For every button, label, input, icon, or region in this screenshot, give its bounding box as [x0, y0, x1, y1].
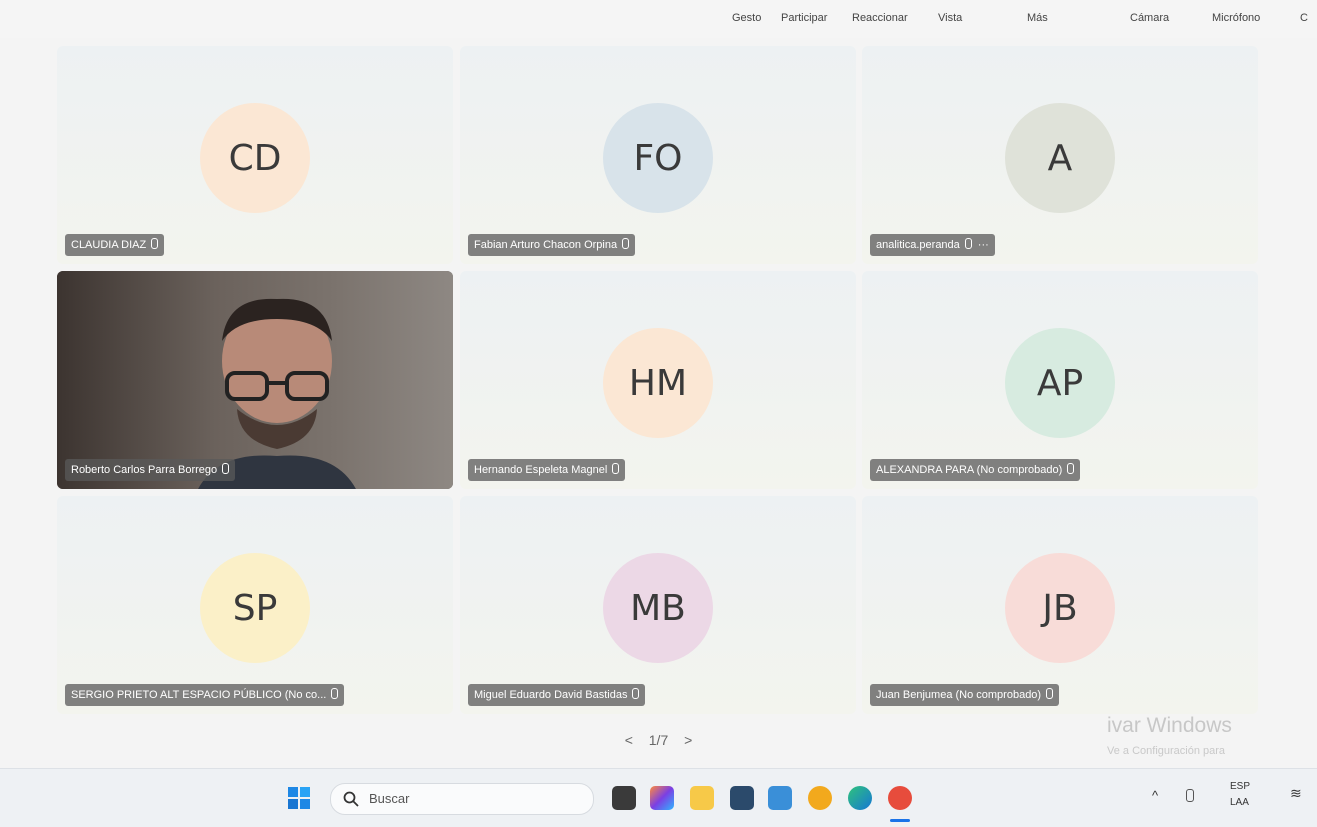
participant-name-tag: Miguel Eduardo David Bastidas	[468, 684, 646, 706]
avatar: JB	[1005, 553, 1115, 663]
toolbar-react-button[interactable]: Reaccionar	[852, 12, 908, 24]
participant-name: Juan Benjumea (No comprobado)	[876, 689, 1042, 701]
participant-tile[interactable]: CD CLAUDIA DIAZ	[57, 46, 453, 264]
previous-page-button[interactable]: <	[625, 732, 633, 748]
tray-overflow-chevron[interactable]: ^	[1152, 788, 1158, 803]
participant-tile[interactable]: AP ALEXANDRA PARA (No comprobado)	[862, 271, 1258, 489]
toolbar-microphone-button[interactable]: Micrófono	[1212, 12, 1260, 24]
participant-name-tag: ALEXANDRA PARA (No comprobado)	[870, 459, 1081, 481]
toolbar-gesture-button[interactable]: Gesto	[732, 12, 761, 24]
mic-icon	[1046, 688, 1054, 699]
task-view-icon[interactable]	[612, 786, 636, 810]
toolbar-view-button[interactable]: Vista	[938, 12, 962, 24]
participant-name: SERGIO PRIETO ALT ESPACIO PÚBLICO (No co…	[71, 689, 327, 701]
toolbar-camera-button[interactable]: Cámara	[1130, 12, 1169, 24]
page-navigator: < 1/7 >	[0, 732, 1317, 748]
windows-taskbar: Buscar ^ ESP LAA ≋	[0, 768, 1317, 827]
participant-name: Roberto Carlos Parra Borrego	[71, 464, 218, 476]
participant-name: Fabian Arturo Chacon Orpina	[474, 239, 618, 251]
next-page-button[interactable]: >	[684, 732, 692, 748]
participant-name: analitica.peranda	[876, 239, 960, 251]
participant-name-tag: Juan Benjumea (No comprobado)	[870, 684, 1060, 706]
search-placeholder: Buscar	[369, 791, 410, 806]
chrome-icon[interactable]	[808, 786, 832, 810]
participant-tile[interactable]: HM Hernando Espeleta Magnel	[460, 271, 856, 489]
mic-icon	[222, 463, 230, 474]
mic-icon	[331, 688, 339, 699]
participant-name-tag: analitica.peranda ···	[870, 234, 995, 256]
participant-name-tag: Fabian Arturo Chacon Orpina	[468, 234, 636, 256]
avatar: MB	[603, 553, 713, 663]
store-icon[interactable]	[730, 786, 754, 810]
participant-video-tile[interactable]: Roberto Carlos Parra Borrego	[57, 271, 453, 489]
more-options-icon[interactable]: ···	[978, 239, 989, 251]
avatar: A	[1005, 103, 1115, 213]
taskbar-search-box[interactable]: Buscar	[330, 783, 594, 815]
toolbar-participate-button[interactable]: Participar	[781, 12, 827, 24]
page-indicator: 1/7	[648, 732, 669, 748]
participant-tile[interactable]: MB Miguel Eduardo David Bastidas	[460, 496, 856, 714]
participant-name: CLAUDIA DIAZ	[71, 239, 147, 251]
avatar: FO	[603, 103, 713, 213]
file-explorer-icon[interactable]	[690, 786, 714, 810]
participant-tile[interactable]: JB Juan Benjumea (No comprobado)	[862, 496, 1258, 714]
avatar: AP	[1005, 328, 1115, 438]
toolbar-cut-item[interactable]: C	[1300, 12, 1308, 24]
edge-icon[interactable]	[848, 786, 872, 810]
participant-tile[interactable]: SP SERGIO PRIETO ALT ESPACIO PÚBLICO (No…	[57, 496, 453, 714]
participant-name: Hernando Espeleta Magnel	[474, 464, 608, 476]
language-code[interactable]: ESP	[1230, 781, 1250, 792]
microphone-tray-icon[interactable]	[1186, 789, 1194, 802]
participant-name-tag: CLAUDIA DIAZ	[65, 234, 165, 256]
mic-icon	[612, 463, 620, 474]
wifi-icon[interactable]: ≋	[1290, 785, 1302, 802]
active-app-indicator	[890, 819, 910, 822]
participant-name: ALEXANDRA PARA (No comprobado)	[876, 464, 1063, 476]
avatar: CD	[200, 103, 310, 213]
participant-name: Miguel Eduardo David Bastidas	[474, 689, 628, 701]
participant-name-tag: SERGIO PRIETO ALT ESPACIO PÚBLICO (No co…	[65, 684, 345, 706]
mic-icon	[1067, 463, 1075, 474]
meeting-toolbar: Gesto Participar Reaccionar Vista Más Cá…	[0, 0, 1317, 38]
participant-name-tag: Roberto Carlos Parra Borrego	[65, 459, 236, 481]
keyboard-layout-code[interactable]: LAA	[1230, 797, 1249, 808]
copilot-icon[interactable]	[650, 786, 674, 810]
toolbar-more-button[interactable]: Más	[1027, 12, 1048, 24]
video-grid: CD CLAUDIA DIAZ FO Fabian Arturo Chacon …	[0, 38, 1317, 768]
mic-icon	[632, 688, 640, 699]
avatar: SP	[200, 553, 310, 663]
participant-name-tag: Hernando Espeleta Magnel	[468, 459, 626, 481]
mic-icon	[622, 238, 630, 249]
avatar: HM	[603, 328, 713, 438]
mic-icon	[151, 238, 159, 249]
participant-tile[interactable]: A analitica.peranda ···	[862, 46, 1258, 264]
search-icon	[343, 791, 359, 807]
chrome-profile-icon[interactable]	[888, 786, 912, 810]
participant-tile[interactable]: FO Fabian Arturo Chacon Orpina	[460, 46, 856, 264]
mic-icon	[964, 238, 972, 249]
outlook-icon[interactable]	[768, 786, 792, 810]
windows-start-icon[interactable]	[287, 786, 311, 810]
